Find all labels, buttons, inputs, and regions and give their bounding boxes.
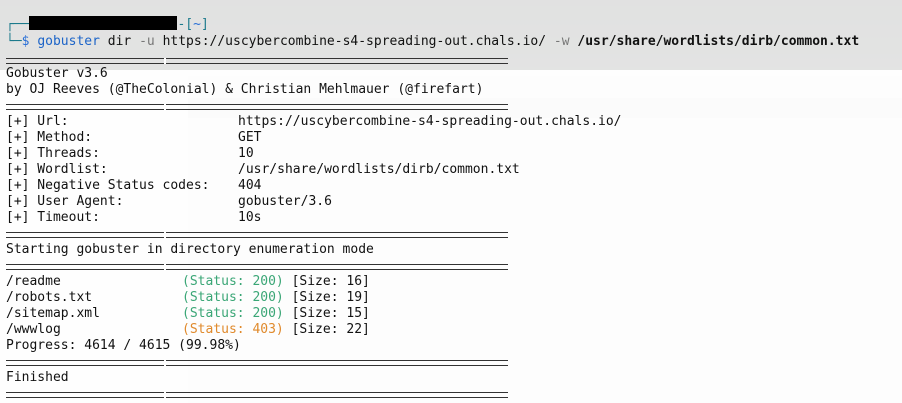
result-size: [Size: 19] bbox=[291, 290, 370, 305]
result-row: /sitemap.xml (Status: 200) [Size: 15] bbox=[6, 306, 370, 322]
config-value: 404 bbox=[238, 178, 262, 193]
terminal-window[interactable]: ┌── -[~] └─$ gobuster dir -u https://uscy… bbox=[0, 0, 902, 403]
prompt-bracket-open: -[ bbox=[177, 17, 194, 32]
command-line[interactable]: └─$ gobuster dir -u https://uscybercombi… bbox=[6, 34, 859, 50]
result-row: /robots.txt (Status: 200) [Size: 19] bbox=[6, 290, 370, 306]
separator bbox=[6, 104, 508, 110]
result-size: [Size: 15] bbox=[291, 306, 370, 321]
redacted-username bbox=[29, 16, 178, 30]
config-row: [+] Timeout: 10s bbox=[6, 210, 261, 226]
command-wordlist: /usr/share/wordlists/dirb/common.txt bbox=[577, 34, 860, 49]
config-value: 10 bbox=[238, 146, 254, 161]
result-status: (Status: 403) bbox=[182, 322, 284, 337]
config-label: [+] Method: bbox=[6, 130, 93, 145]
prompt-bracket-close: ] bbox=[200, 17, 209, 32]
result-path: /robots.txt bbox=[6, 290, 93, 305]
prompt-corner: ┌── bbox=[6, 17, 30, 32]
config-label: [+] Timeout: bbox=[6, 210, 100, 225]
result-status: (Status: 200) bbox=[182, 290, 284, 305]
separator bbox=[6, 58, 508, 64]
separator bbox=[6, 264, 508, 270]
config-row: [+] Negative Status codes: 404 bbox=[6, 178, 261, 194]
separator bbox=[6, 360, 508, 366]
prompt-corner-bottom: └─ bbox=[6, 34, 22, 49]
config-value: https://uscybercombine-s4-spreading-out.… bbox=[238, 114, 622, 129]
result-path: /wwwlog bbox=[6, 322, 61, 337]
result-path: /sitemap.xml bbox=[6, 306, 100, 321]
progress-line: Progress: 4614 / 4615 (99.98%) bbox=[6, 338, 241, 353]
prompt-directory: ~ bbox=[193, 17, 201, 32]
config-row: [+] Url: https://uscybercombine-s4-spread… bbox=[6, 114, 622, 130]
config-value: gobuster/3.6 bbox=[238, 194, 332, 209]
banner-version: Gobuster v3.6 bbox=[6, 66, 108, 81]
command-flag-w: -w bbox=[553, 34, 570, 49]
command-tool: gobuster bbox=[37, 34, 100, 49]
command-url: https://uscybercombine-s4-spreading-out.… bbox=[162, 34, 547, 49]
config-label: [+] Url: bbox=[6, 114, 69, 129]
result-status: (Status: 200) bbox=[182, 306, 284, 321]
config-value: /usr/share/wordlists/dirb/common.txt bbox=[238, 162, 520, 177]
separator bbox=[6, 232, 508, 238]
separator bbox=[6, 392, 508, 398]
config-row: [+] Threads: 10 bbox=[6, 146, 254, 162]
config-value: GET bbox=[238, 130, 262, 145]
result-path: /readme bbox=[6, 274, 61, 289]
prompt-dollar: $ bbox=[21, 34, 30, 49]
result-row: /readme (Status: 200) [Size: 16] bbox=[6, 274, 370, 290]
config-label: [+] User Agent: bbox=[6, 194, 124, 209]
finished-message: Finished bbox=[6, 370, 69, 385]
result-size: [Size: 16] bbox=[291, 274, 370, 289]
command-subcommand: dir bbox=[107, 34, 132, 49]
prompt-header: ┌── -[~] bbox=[6, 16, 209, 33]
config-label: [+] Wordlist: bbox=[6, 162, 108, 177]
result-status: (Status: 200) bbox=[182, 274, 284, 289]
result-size: [Size: 22] bbox=[291, 322, 370, 337]
config-row: [+] Method: GET bbox=[6, 130, 261, 146]
result-row: /wwwlog (Status: 403) [Size: 22] bbox=[6, 322, 370, 338]
start-message: Starting gobuster in directory enumerati… bbox=[6, 242, 374, 257]
config-label: [+] Threads: bbox=[6, 146, 100, 161]
config-label: [+] Negative Status codes: bbox=[6, 178, 210, 193]
config-value: 10s bbox=[238, 210, 262, 225]
banner-authors: by OJ Reeves (@TheColonial) & Christian … bbox=[6, 82, 484, 97]
command-flag-u: -u bbox=[139, 34, 155, 49]
config-row: [+] Wordlist: /usr/share/wordlists/dirb/c… bbox=[6, 162, 520, 178]
config-row: [+] User Agent: gobuster/3.6 bbox=[6, 194, 332, 210]
